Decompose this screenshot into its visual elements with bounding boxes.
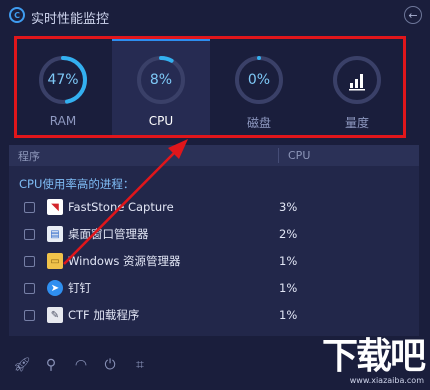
- process-name: FastStone Capture: [68, 200, 174, 214]
- measure-gauge: [331, 54, 383, 106]
- column-divider: [278, 148, 279, 163]
- app-title: 实时性能监控: [31, 12, 110, 27]
- metric-tab-disk[interactable]: 0% 磁盘: [210, 36, 308, 138]
- process-name: 钉钉: [68, 281, 91, 295]
- table-row[interactable]: ▤ 桌面窗口管理器 2%: [9, 222, 419, 246]
- window-manager-icon: ▤: [47, 226, 63, 242]
- watermark-logo: 下载吧: [321, 335, 426, 377]
- cpu-gauge: 8%: [135, 54, 187, 106]
- ram-value: 47%: [47, 72, 79, 88]
- rocket-icon[interactable]: 🚀︎: [13, 356, 31, 374]
- process-name: CTF 加载程序: [68, 308, 140, 322]
- row-checkbox[interactable]: [24, 228, 35, 240]
- back-button[interactable]: ←: [404, 6, 422, 24]
- process-cpu: 3%: [279, 200, 298, 214]
- folder-icon: ▭: [47, 253, 63, 269]
- crop-icon[interactable]: ⌗: [131, 356, 149, 374]
- process-name: 桌面窗口管理器: [68, 227, 149, 241]
- speed-icon[interactable]: ◠: [72, 356, 90, 374]
- table-row[interactable]: ➤ 钉钉 1%: [9, 276, 419, 300]
- process-table-header: 程序 CPU: [9, 145, 419, 166]
- row-checkbox[interactable]: [24, 309, 35, 321]
- table-row[interactable]: ◥ FastStone Capture 3%: [9, 195, 419, 219]
- row-checkbox[interactable]: [24, 255, 35, 267]
- cpu-label: CPU: [148, 114, 174, 128]
- search-icon[interactable]: ⚲: [42, 356, 60, 374]
- bar-chart-icon: [349, 74, 365, 91]
- cpu-value: 8%: [149, 72, 173, 88]
- ram-gauge: 47%: [37, 54, 89, 106]
- power-icon[interactable]: ⏻: [101, 356, 119, 374]
- metric-tab-cpu[interactable]: 8% CPU: [112, 36, 210, 138]
- measure-label: 量度: [344, 116, 369, 130]
- high-cpu-caption: CPU使用率高的进程：: [19, 177, 135, 191]
- bottom-toolbar: 🚀︎ ⚲ ◠ ⏻ ⌗: [0, 352, 260, 382]
- metric-tab-ram[interactable]: 47% RAM: [14, 36, 112, 138]
- ctf-loader-icon: ✎: [47, 307, 63, 323]
- process-cpu: 2%: [279, 227, 298, 241]
- faststone-icon: ◥: [47, 199, 63, 215]
- column-header-program[interactable]: 程序: [18, 148, 40, 164]
- disk-label: 磁盘: [246, 116, 271, 130]
- process-panel: CPU使用率高的进程： ◥ FastStone Capture 3% ▤ 桌面窗…: [9, 166, 419, 336]
- ram-label: RAM: [49, 114, 77, 128]
- process-cpu: 1%: [279, 254, 298, 268]
- c-logo-icon: C: [9, 7, 25, 23]
- disk-value: 0%: [247, 72, 271, 88]
- row-checkbox[interactable]: [24, 201, 35, 213]
- watermark: 下载吧 www.xiazaiba.com: [284, 335, 426, 386]
- dingtalk-icon: ➤: [47, 280, 63, 296]
- row-checkbox[interactable]: [24, 282, 35, 294]
- process-cpu: 1%: [279, 281, 298, 295]
- metric-tab-measure[interactable]: 量度: [308, 36, 406, 138]
- metric-tabs: 47% RAM 8% CPU 0% 磁盘 量度: [14, 36, 406, 138]
- title-bar: C 实时性能监控 ←: [0, 0, 430, 30]
- back-arrow-icon: ←: [408, 8, 418, 22]
- column-header-cpu[interactable]: CPU: [288, 149, 310, 162]
- process-cpu: 1%: [279, 308, 298, 322]
- disk-gauge: 0%: [233, 54, 285, 106]
- watermark-url: www.xiazaiba.com: [349, 376, 424, 385]
- table-row[interactable]: ▭ Windows 资源管理器 1%: [9, 249, 419, 273]
- process-name: Windows 资源管理器: [68, 254, 181, 268]
- table-row[interactable]: ✎ CTF 加载程序 1%: [9, 303, 419, 327]
